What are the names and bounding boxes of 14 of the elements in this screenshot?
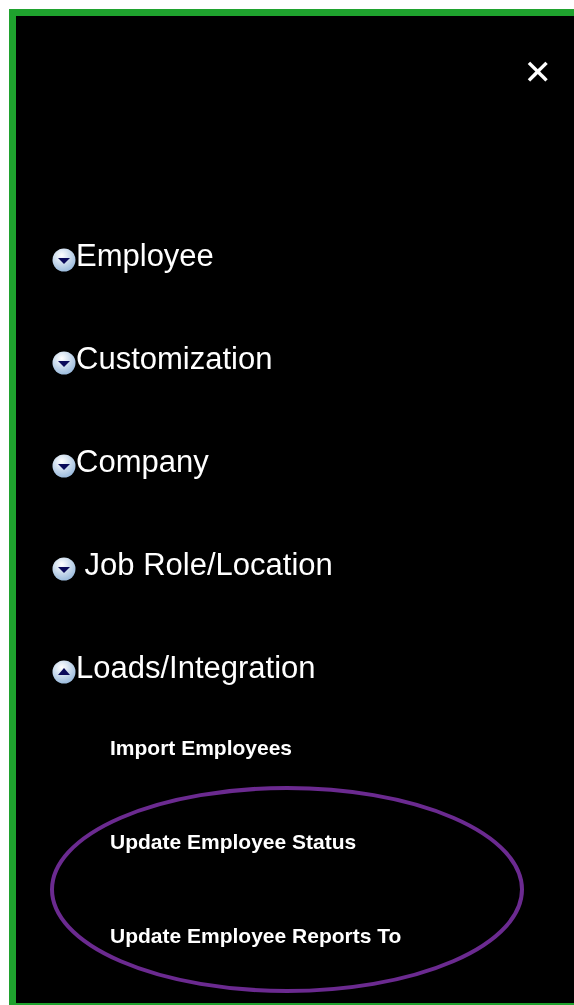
- menu-item[interactable]: Customization: [76, 339, 273, 378]
- close-button[interactable]: ✕: [519, 52, 556, 92]
- submenu-item[interactable]: Update Employee Status: [16, 795, 357, 889]
- expand-icon[interactable]: [52, 350, 76, 375]
- expand-icon[interactable]: [52, 556, 76, 581]
- submenu-item[interactable]: Update Employee Reports To: [16, 889, 402, 983]
- menu-item[interactable]: Company: [76, 442, 209, 481]
- submenu-item[interactable]: Import Employees: [16, 701, 293, 795]
- menu-item[interactable]: Job Role/Location: [76, 545, 333, 584]
- menu-item[interactable]: Employee: [76, 236, 214, 275]
- expand-icon[interactable]: [52, 247, 76, 272]
- menu-item[interactable]: Loads/Integration: [76, 648, 316, 687]
- collapse-icon[interactable]: [52, 659, 76, 684]
- expand-icon[interactable]: [52, 453, 76, 478]
